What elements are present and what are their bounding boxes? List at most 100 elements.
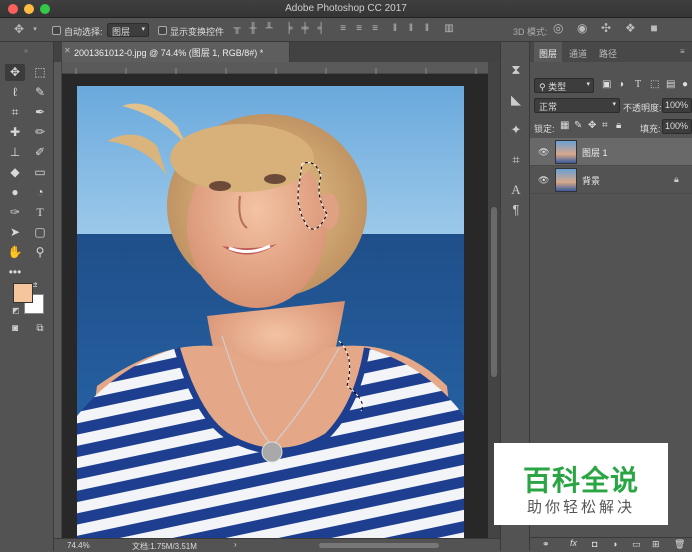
- opacity-field[interactable]: 100%: [662, 98, 692, 113]
- vertical-ruler[interactable]: [54, 62, 62, 538]
- distribute-bottom-icon[interactable]: ≡: [370, 24, 380, 34]
- tab-channels[interactable]: 通道: [564, 42, 592, 62]
- screen-mode-icon[interactable]: ⧉: [30, 320, 50, 337]
- horizontal-ruler[interactable]: [62, 62, 488, 74]
- healing-brush-tool-icon[interactable]: ✚: [5, 124, 25, 141]
- brush-tool-icon[interactable]: ✏: [30, 124, 50, 141]
- distribute-right-icon[interactable]: ‖: [422, 24, 432, 34]
- pen-tool-icon[interactable]: ✑: [5, 204, 25, 221]
- shape-filter-icon[interactable]: ⬚: [650, 79, 659, 90]
- auto-select-checkbox[interactable]: [52, 26, 61, 35]
- auto-select-dropdown[interactable]: 图层 ▾: [107, 23, 149, 37]
- adjustment-layer-icon[interactable]: ◑: [612, 539, 617, 549]
- fx-icon[interactable]: fx: [570, 538, 577, 548]
- lock-artboard-icon[interactable]: ⌗: [602, 120, 608, 131]
- auto-align-icon[interactable]: ▥: [444, 24, 454, 34]
- link-layers-icon[interactable]: ⚭: [542, 539, 550, 550]
- crop-panel-icon[interactable]: ⌗: [506, 150, 526, 170]
- chevron-right-icon[interactable]: ›: [234, 540, 237, 549]
- adjustment-filter-icon[interactable]: ◑: [618, 79, 624, 90]
- align-right-icon[interactable]: ╡: [316, 24, 326, 34]
- quick-mask-icon[interactable]: ◙: [5, 320, 25, 337]
- 3d-pan-icon[interactable]: ✣: [601, 22, 611, 34]
- libraries-panel-icon[interactable]: ✦: [506, 120, 526, 140]
- foreground-color-swatch[interactable]: [13, 283, 33, 303]
- move-tool-preset-icon[interactable]: ✥: [14, 23, 24, 35]
- align-vcenter-icon[interactable]: ╫: [248, 24, 258, 34]
- eyedropper-tool-icon[interactable]: ✒: [30, 104, 50, 121]
- options-bar: ✥ ▾ 自动选择: 图层 ▾ 显示变换控件 ╥ ╫ ╨ ╞ ╪ ╡ ≡ ≡ ≡ …: [0, 18, 692, 42]
- visibility-eye-icon[interactable]: 👁︎: [538, 175, 549, 186]
- add-mask-icon[interactable]: ◘: [592, 539, 597, 549]
- smart-object-filter-icon[interactable]: ▤: [666, 79, 675, 90]
- type-filter-icon[interactable]: T: [635, 79, 641, 90]
- default-colors-icon[interactable]: ◩: [12, 306, 20, 315]
- new-layer-icon[interactable]: ⊞: [652, 539, 660, 550]
- hand-tool-icon[interactable]: ✋: [5, 244, 25, 261]
- distribute-left-icon[interactable]: ‖: [390, 24, 400, 34]
- lock-transparent-icon[interactable]: ▦: [560, 120, 569, 131]
- document-image[interactable]: [77, 86, 464, 538]
- chevron-down-icon[interactable]: ▾: [30, 25, 40, 35]
- fill-field[interactable]: 100%: [662, 119, 692, 134]
- layer-row[interactable]: 👁︎ 图层 1: [530, 138, 692, 166]
- edit-toolbar-icon[interactable]: •••: [5, 264, 25, 281]
- path-selection-tool-icon[interactable]: ➤: [5, 224, 25, 241]
- layer-name[interactable]: 背景: [582, 174, 600, 187]
- history-panel-icon[interactable]: ⧗: [506, 60, 526, 80]
- move-tool-icon[interactable]: ✥: [5, 64, 25, 81]
- blur-tool-icon[interactable]: ●: [5, 184, 25, 201]
- lasso-tool-icon[interactable]: ℓ: [5, 84, 25, 101]
- character-panel-icon[interactable]: A: [506, 180, 526, 200]
- 3d-mode-label: 3D 模式:: [513, 27, 548, 37]
- layer-name[interactable]: 图层 1: [582, 146, 608, 159]
- lock-image-icon[interactable]: ✎: [574, 120, 582, 131]
- lock-all-icon[interactable]: 🔒︎: [616, 120, 621, 131]
- align-top-icon[interactable]: ╥: [232, 24, 242, 34]
- distribute-vcenter-icon[interactable]: ≡: [354, 24, 364, 34]
- zoom-tool-icon[interactable]: ⚲: [30, 244, 50, 261]
- paragraph-panel-icon[interactable]: ¶: [506, 200, 526, 220]
- 3d-slide-icon[interactable]: ❖: [625, 22, 636, 34]
- show-transform-label: 显示变换控件: [170, 27, 225, 37]
- history-brush-tool-icon[interactable]: ✐: [30, 144, 50, 161]
- tab-layers[interactable]: 图层: [534, 42, 562, 62]
- align-hcenter-icon[interactable]: ╪: [300, 24, 310, 34]
- panel-menu-icon[interactable]: ≡: [680, 47, 685, 56]
- zoom-level[interactable]: 74.4%: [67, 541, 90, 550]
- gradient-tool-icon[interactable]: ▭: [30, 164, 50, 181]
- collapse-toolbar-icon[interactable]: »: [24, 48, 28, 55]
- visibility-eye-icon[interactable]: 👁︎: [538, 147, 549, 158]
- delete-layer-icon[interactable]: 🗑︎: [674, 539, 685, 550]
- new-group-icon[interactable]: ▭: [632, 539, 641, 550]
- document-tab[interactable]: ✕ 2001361012-0.jpg @ 74.4% (图层 1, RGB/8#…: [62, 42, 290, 62]
- layer-row[interactable]: 👁︎ 背景 🔒︎: [530, 166, 692, 194]
- align-bottom-icon[interactable]: ╨: [264, 24, 274, 34]
- align-left-icon[interactable]: ╞: [284, 24, 294, 34]
- dodge-tool-icon[interactable]: ◔: [30, 184, 50, 201]
- adjustments-panel-icon[interactable]: ◣: [506, 90, 526, 110]
- close-tab-icon[interactable]: ✕: [64, 46, 71, 55]
- lock-position-icon[interactable]: ✥: [588, 120, 596, 131]
- type-tool-icon[interactable]: T: [30, 204, 50, 221]
- eraser-tool-icon[interactable]: ◆: [5, 164, 25, 181]
- pixel-filter-icon[interactable]: ▣: [602, 79, 611, 90]
- shape-tool-icon[interactable]: ▢: [30, 224, 50, 241]
- distribute-top-icon[interactable]: ≡: [338, 24, 348, 34]
- layer-filter-dropdown[interactable]: ⚲ 类型 ▾: [534, 78, 594, 93]
- 3d-roll-icon[interactable]: ◉: [577, 22, 587, 34]
- scroll-thumb[interactable]: [491, 207, 497, 377]
- horizontal-scroll-thumb[interactable]: [319, 543, 439, 548]
- watermark-title: 百科全说: [522, 464, 639, 497]
- crop-tool-icon[interactable]: ⌗: [5, 104, 25, 121]
- 3d-orbit-icon[interactable]: ◎: [553, 22, 563, 34]
- show-transform-checkbox[interactable]: [158, 26, 167, 35]
- quick-select-tool-icon[interactable]: ✎: [30, 84, 50, 101]
- 3d-scale-icon[interactable]: ■: [649, 22, 659, 34]
- marquee-tool-icon[interactable]: ⬚: [30, 64, 50, 81]
- blend-mode-dropdown[interactable]: 正常 ▾: [534, 98, 620, 113]
- tab-paths[interactable]: 路径: [594, 42, 622, 62]
- clone-stamp-tool-icon[interactable]: ⊥: [5, 144, 25, 161]
- distribute-hcenter-icon[interactable]: ‖: [406, 24, 416, 34]
- filter-toggle-icon[interactable]: ●: [682, 79, 688, 90]
